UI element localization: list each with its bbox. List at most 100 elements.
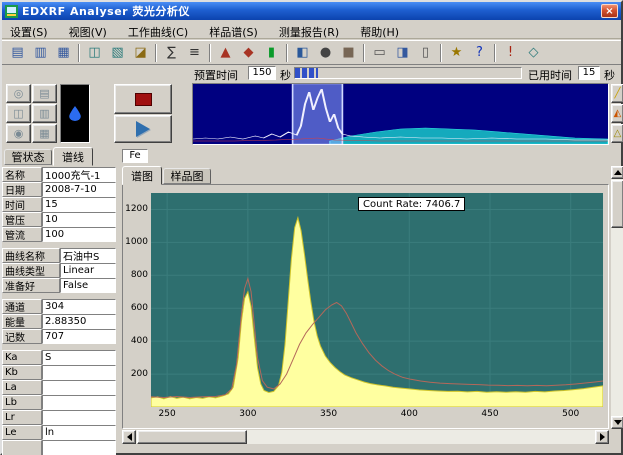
- field-value-time[interactable]: 15: [42, 197, 116, 212]
- chart-tool-button-3[interactable]: △: [611, 124, 623, 143]
- menu-item-working-curve[interactable]: 工作曲线(C): [120, 22, 196, 39]
- field-value-channel[interactable]: 304: [42, 299, 116, 314]
- field-label-channel: 通道: [2, 299, 42, 314]
- close-button[interactable]: ×: [601, 4, 618, 18]
- table-row: 记数707: [2, 329, 116, 344]
- field-value-tube-voltage[interactable]: 10: [42, 212, 116, 227]
- field-value-curve-type[interactable]: Linear: [60, 263, 116, 278]
- menu-item-help[interactable]: 帮助(H): [352, 22, 407, 39]
- toolbar-button-report[interactable]: ▧: [106, 42, 129, 63]
- toolbar-separator: [363, 44, 365, 62]
- toolbar-button-zoom[interactable]: ●: [314, 42, 337, 63]
- chart-panel: 1200 1000 800 600 400 200 250 300 350 40…: [122, 184, 609, 429]
- measurement-progress-bar: [294, 67, 522, 79]
- toolbar-button-about[interactable]: ◇: [522, 42, 545, 63]
- toolbar-button-tools[interactable]: ★: [445, 42, 468, 63]
- toolbar-button-cards[interactable]: ◫: [83, 42, 106, 63]
- field-value-date[interactable]: 2008-7-10: [42, 182, 116, 197]
- menu-item-settings[interactable]: 设置(S): [2, 22, 56, 39]
- tab-spectrum-view[interactable]: 谱图: [122, 166, 162, 185]
- sum-icon: ∑: [167, 46, 176, 59]
- tab-spectral-lines[interactable]: 谱线: [53, 147, 93, 166]
- toolbar-button-columns[interactable]: ▥: [29, 42, 52, 63]
- field-value-energy[interactable]: 2.88350: [42, 314, 116, 329]
- toolbar-button-lock[interactable]: ■: [337, 42, 360, 63]
- toolbar-button-info[interactable]: !: [499, 42, 522, 63]
- line-value-ka[interactable]: S: [42, 350, 116, 365]
- toolbar-button-copy[interactable]: ▯: [414, 42, 437, 63]
- tab-label: 样品图: [171, 168, 204, 184]
- control-icon-2: ▤: [39, 88, 49, 99]
- title-bar[interactable]: EDXRF Analyser 荧光分析仪 ×: [2, 2, 621, 20]
- field-value-ready[interactable]: False: [60, 278, 116, 293]
- toolbar-button-spectrum[interactable]: ▲: [214, 42, 237, 63]
- toolbar-separator: [286, 44, 288, 62]
- control-icon-6: ▦: [39, 128, 49, 139]
- field-value-curve-name[interactable]: 石油中S: [60, 248, 116, 263]
- toolbar-button-list[interactable]: ≡: [183, 42, 206, 63]
- control-button-4[interactable]: ▥: [32, 104, 57, 123]
- line-row-lr: Lr: [2, 410, 116, 425]
- element-field[interactable]: Fe: [122, 149, 148, 163]
- control-icon-4: ▥: [39, 108, 49, 119]
- field-value-name[interactable]: 1000充气-1: [42, 167, 116, 182]
- toolbar-button-printer[interactable]: ▭: [368, 42, 391, 63]
- vertical-scrollbar[interactable]: [611, 166, 623, 429]
- scroll-up-icon: [614, 170, 622, 175]
- control-button-1[interactable]: ◎: [6, 84, 31, 103]
- field-label-counts: 记数: [2, 329, 42, 344]
- scroll-right-button[interactable]: [595, 430, 609, 444]
- scroll-left-button[interactable]: [122, 430, 136, 444]
- toolbar-button-save[interactable]: ◨: [391, 42, 414, 63]
- line-value-lr[interactable]: [42, 410, 116, 425]
- play-icon: [136, 121, 150, 137]
- control-button-3[interactable]: ◫: [6, 104, 31, 123]
- toolbar-button-workspace[interactable]: ▤: [6, 42, 29, 63]
- toolbar-button-marker[interactable]: ◆: [237, 42, 260, 63]
- toolbar-button-help[interactable]: ?: [468, 42, 491, 63]
- line-value-le[interactable]: ln: [42, 425, 116, 440]
- toolbar-button-sum[interactable]: ∑: [160, 42, 183, 63]
- line-row-ka: KaS: [2, 350, 116, 365]
- line-label-ka: Ka: [2, 350, 42, 365]
- count-rate-label: Count Rate: 7406.7: [358, 197, 465, 211]
- h-scrollbar-thumb[interactable]: [137, 430, 247, 444]
- report-icon: ▧: [111, 46, 123, 59]
- field-value-tube-current[interactable]: 100: [42, 227, 116, 242]
- control-button-5[interactable]: ◉: [6, 124, 31, 143]
- app-icon: [5, 5, 18, 18]
- scroll-down-button[interactable]: [611, 416, 623, 429]
- menu-item-measure-report[interactable]: 测量报告(R): [271, 22, 347, 39]
- line-row-kb: Kb: [2, 365, 116, 380]
- control-button-6[interactable]: ▦: [32, 124, 57, 143]
- tab-sample-view[interactable]: 样品图: [163, 168, 211, 184]
- cursor-tool-icon: △: [614, 129, 622, 139]
- chart-tool-button-1[interactable]: ╱: [611, 84, 623, 103]
- window-title: EDXRF Analyser 荧光分析仪: [22, 3, 190, 19]
- spectrum-preview[interactable]: [192, 83, 609, 145]
- toolbar-button-led[interactable]: ▮: [260, 42, 283, 63]
- field-value-counts[interactable]: 707: [42, 329, 116, 344]
- toolbar-button-energy[interactable]: ◧: [291, 42, 314, 63]
- tab-tube-status[interactable]: 管状态: [4, 149, 52, 165]
- stop-button[interactable]: [114, 84, 172, 114]
- menu-item-sample-spectrum[interactable]: 样品谱(S): [201, 22, 266, 39]
- line-value-kb[interactable]: [42, 365, 116, 380]
- tab-label: 谱线: [62, 149, 84, 165]
- copy-icon: ▯: [422, 46, 429, 59]
- toolbar-button-curve[interactable]: ◪: [129, 42, 152, 63]
- v-scrollbar-thumb[interactable]: [611, 180, 623, 228]
- spectrum-plot[interactable]: [151, 193, 603, 407]
- line-value-la[interactable]: [42, 380, 116, 395]
- menu-item-view[interactable]: 视图(V): [61, 22, 115, 39]
- chart-tool-button-2[interactable]: ◭: [611, 104, 623, 123]
- info-icon: !: [508, 46, 513, 59]
- start-button[interactable]: [114, 115, 172, 143]
- horizontal-scrollbar[interactable]: [122, 430, 609, 444]
- line-label-kb: Kb: [2, 365, 42, 380]
- toolbar-button-table[interactable]: ▦: [52, 42, 75, 63]
- line-value-lb[interactable]: [42, 395, 116, 410]
- scroll-up-button[interactable]: [611, 166, 623, 179]
- control-button-2[interactable]: ▤: [32, 84, 57, 103]
- zoom-icon: ●: [320, 46, 331, 59]
